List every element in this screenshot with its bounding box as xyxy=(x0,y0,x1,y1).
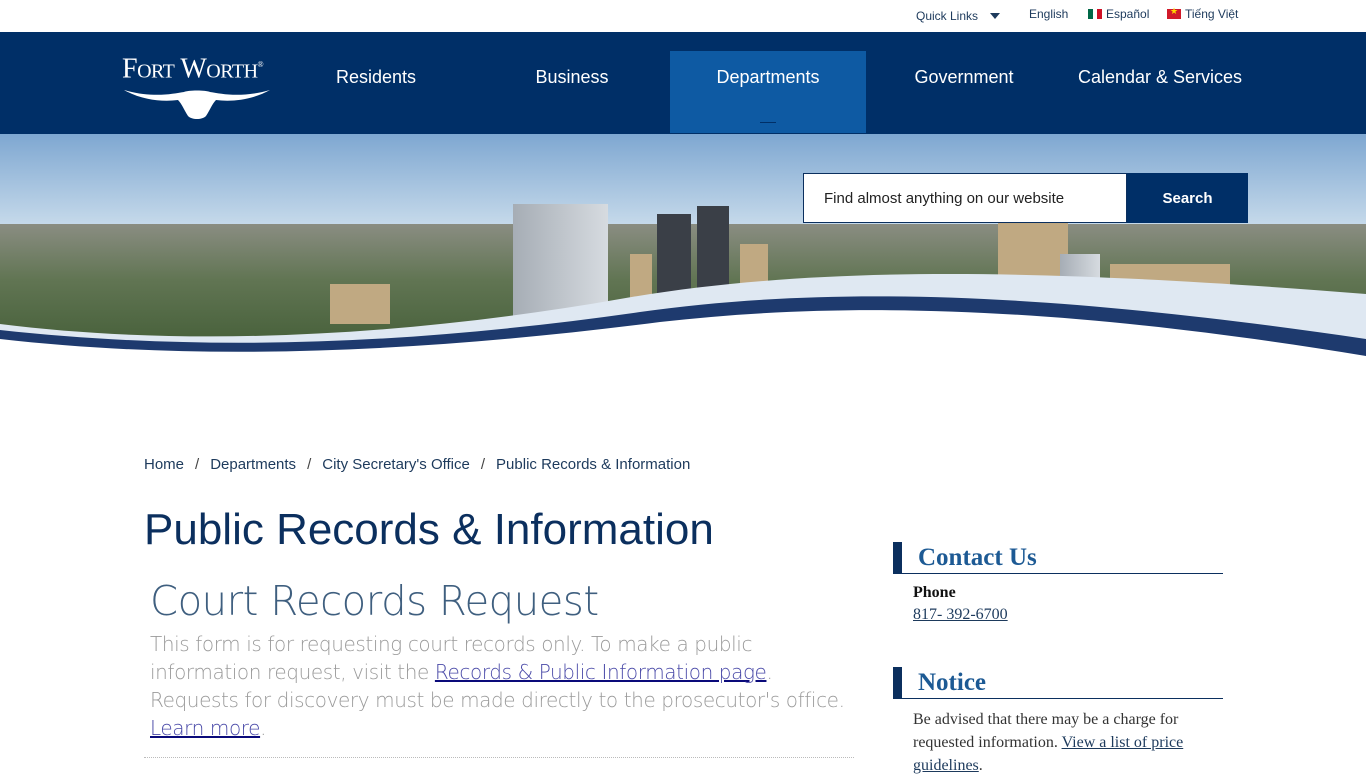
nav-business[interactable]: Business xyxy=(474,51,670,133)
fort-worth-logo[interactable]: Fort Worth® xyxy=(122,50,272,120)
form-desc-text: . xyxy=(260,716,267,740)
breadcrumb-separator: / xyxy=(480,456,486,473)
breadcrumb: Home / Departments / City Secretary's Of… xyxy=(144,456,690,473)
notice-text: Be advised that there may be a charge fo… xyxy=(913,708,1223,777)
phone-link[interactable]: 817- 392-6700 xyxy=(913,606,1008,624)
registered-mark: ® xyxy=(257,60,264,69)
quick-links-label: Quick Links xyxy=(916,9,979,23)
language-label: English xyxy=(1029,7,1069,21)
caret-down-icon xyxy=(990,13,1001,19)
vietnam-flag-icon xyxy=(1167,6,1181,19)
breadcrumb-departments[interactable]: Departments xyxy=(210,456,296,473)
breadcrumb-city-secretary[interactable]: City Secretary's Office xyxy=(322,456,470,473)
hero-skyline-banner xyxy=(0,134,1366,364)
learn-more-link[interactable]: Learn more xyxy=(150,716,260,740)
utility-bar: Quick Links English Español Tiếng Việt xyxy=(0,0,1366,32)
notice-title: Notice xyxy=(918,669,987,696)
language-vietnamese[interactable]: Tiếng Việt xyxy=(1167,6,1239,21)
nav-calendar-services[interactable]: Calendar & Services xyxy=(1062,51,1258,133)
nav-label: Departments xyxy=(716,67,820,87)
form-divider xyxy=(144,757,854,758)
nav-residents[interactable]: Residents xyxy=(278,51,474,133)
language-espanol[interactable]: Español xyxy=(1088,7,1149,21)
form-title: Court Records Request xyxy=(150,577,599,625)
site-search-input[interactable]: Find almost anything on our website xyxy=(803,173,1127,223)
phone-label: Phone xyxy=(913,584,956,601)
contact-us-title: Contact Us xyxy=(918,544,1037,571)
nav-departments[interactable]: Departments xyxy=(670,51,866,133)
breadcrumb-separator: / xyxy=(195,456,200,473)
breadcrumb-current[interactable]: Public Records & Information xyxy=(496,456,690,473)
language-label: Español xyxy=(1106,7,1150,21)
contact-us-heading: Contact Us xyxy=(893,542,1223,574)
nav-government[interactable]: Government xyxy=(866,51,1062,133)
notice-heading: Notice xyxy=(893,667,1223,699)
breadcrumb-separator: / xyxy=(307,456,312,473)
quick-links-dropdown[interactable]: Quick Links xyxy=(916,9,1001,23)
mexico-flag-icon xyxy=(1088,9,1103,19)
nav-label: Calendar & Services xyxy=(1077,67,1243,87)
logo-wordmark: Fort Worth xyxy=(122,53,258,85)
nav-label: Residents xyxy=(335,67,417,87)
nav-label: Government xyxy=(914,67,1014,87)
records-public-info-link[interactable]: Records & Public Information page xyxy=(435,660,767,684)
search-button[interactable]: Search xyxy=(1127,173,1248,223)
form-description: This form is for requesting court record… xyxy=(150,630,850,742)
main-nav: Fort Worth® Residents Business Departmen… xyxy=(0,32,1366,134)
longhorn-icon xyxy=(124,90,270,120)
notice-after: . xyxy=(978,757,983,774)
breadcrumb-home[interactable]: Home xyxy=(144,456,184,473)
language-label: Tiếng Việt xyxy=(1185,7,1239,21)
search-button-label: Search xyxy=(1162,189,1213,207)
nav-label: Business xyxy=(535,67,609,87)
page-title: Public Records & Information xyxy=(144,505,714,554)
search-placeholder: Find almost anything on our website xyxy=(824,189,1065,207)
language-english[interactable]: English xyxy=(1029,7,1068,21)
